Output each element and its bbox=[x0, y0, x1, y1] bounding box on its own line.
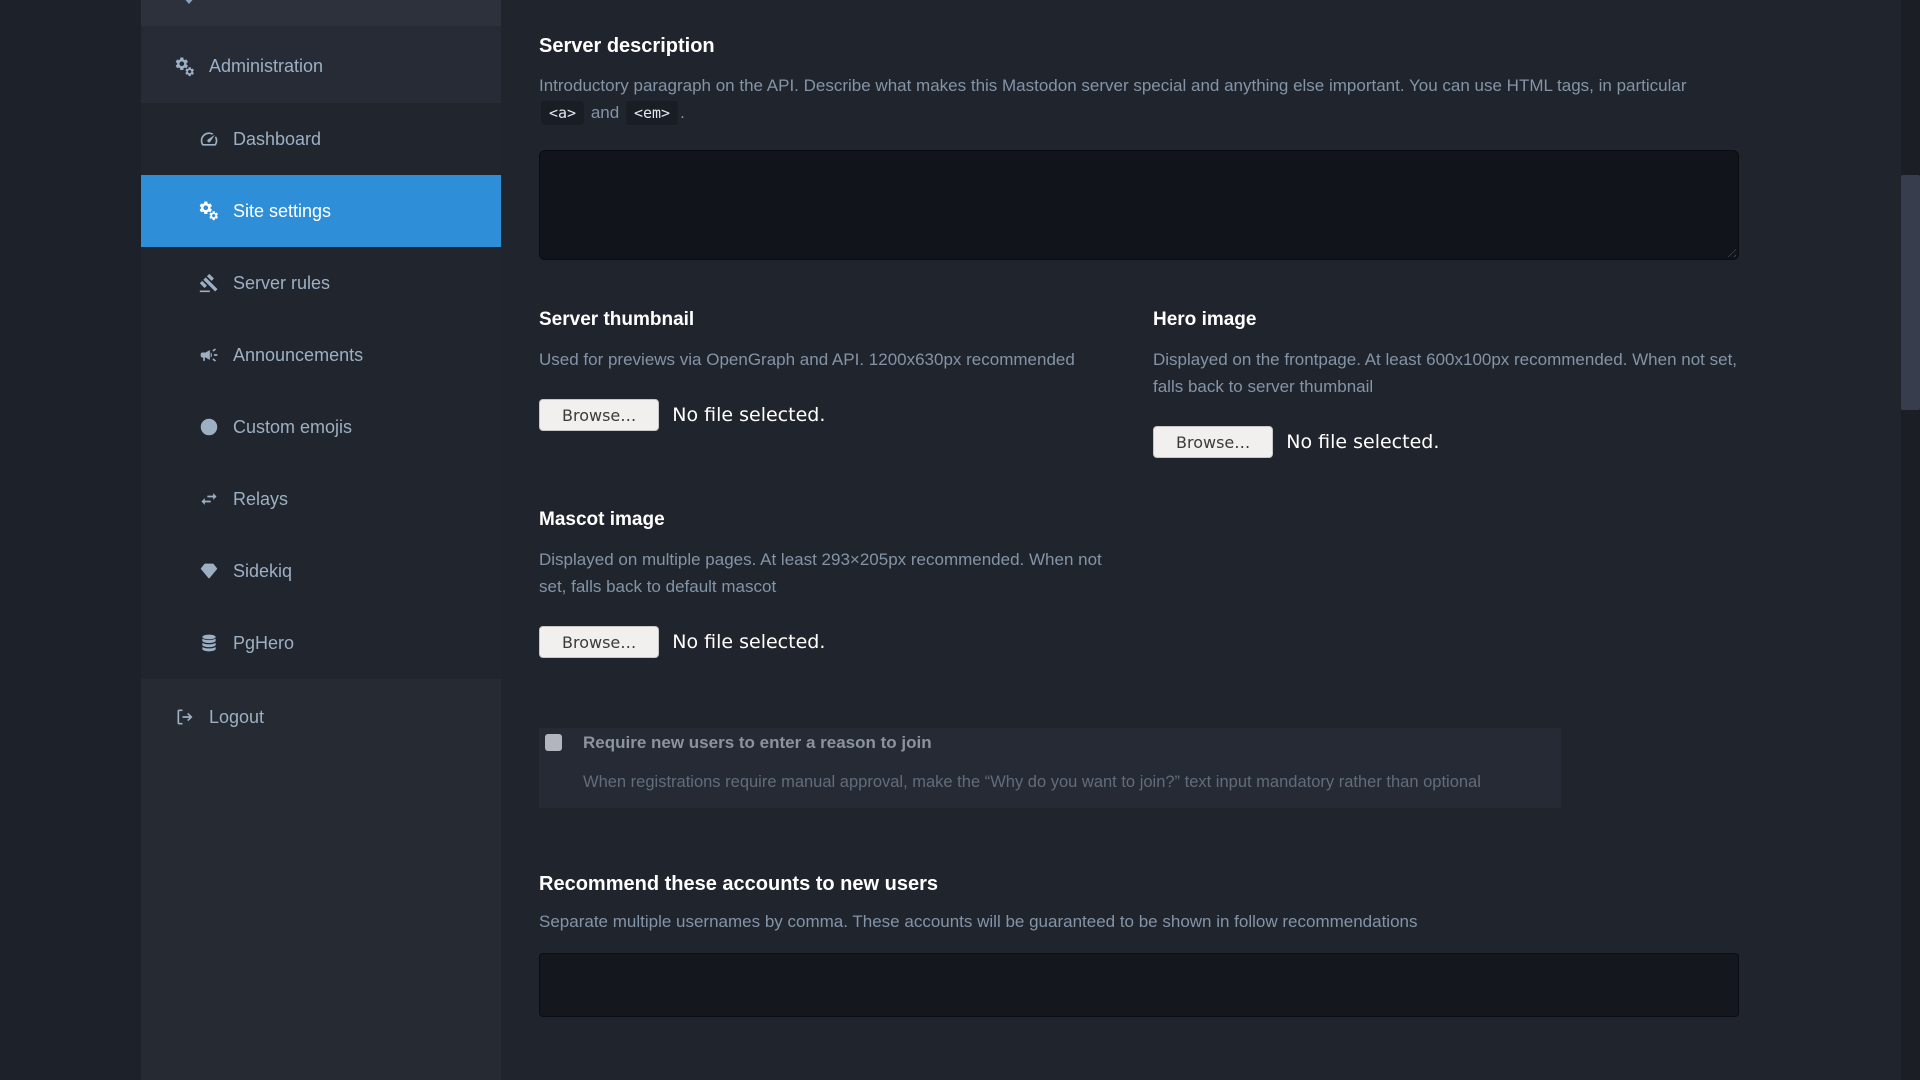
server-thumbnail-hint: Used for previews via OpenGraph and API.… bbox=[539, 346, 1104, 373]
server-thumbnail-title: Server thumbnail bbox=[539, 308, 1104, 332]
hint-text: Introductory paragraph on the API. Descr… bbox=[539, 76, 1686, 95]
sidebar-item-logout[interactable]: Logout bbox=[141, 682, 501, 752]
exchange-icon bbox=[198, 488, 220, 510]
sidebar-item-pghero[interactable]: PgHero bbox=[141, 607, 501, 679]
sidebar-item-label: Sidekiq bbox=[233, 561, 292, 582]
hint-text: . bbox=[680, 103, 685, 122]
browse-button[interactable]: Browse… bbox=[539, 399, 659, 431]
hero-image-section: Hero image Displayed on the frontpage. A… bbox=[1153, 308, 1739, 458]
sidebar-item-label: Dashboard bbox=[233, 129, 321, 150]
mascot-image-hint: Displayed on multiple pages. At least 29… bbox=[539, 546, 1104, 600]
sidebar-item-label: Announcements bbox=[233, 345, 363, 366]
gem-icon bbox=[198, 560, 220, 582]
sidebar-item-label: PgHero bbox=[233, 633, 294, 654]
hint-text: and bbox=[591, 103, 619, 122]
sidebar-item-label: Logout bbox=[209, 707, 264, 728]
hero-image-hint: Displayed on the frontpage. At least 600… bbox=[1153, 346, 1739, 400]
site-settings-form: Server description Introductory paragrap… bbox=[539, 0, 1739, 1080]
code-chip-a: <a> bbox=[541, 101, 584, 125]
page-background-strip bbox=[0, 0, 141, 1080]
hero-image-title: Hero image bbox=[1153, 308, 1739, 332]
file-status-text: No file selected. bbox=[1286, 431, 1439, 453]
smiley-icon bbox=[198, 416, 220, 438]
sidebar-item-administration[interactable]: Administration bbox=[141, 30, 501, 103]
sidebar-item-label: Site settings bbox=[233, 201, 331, 222]
require-reason-field: Require new users to enter a reason to j… bbox=[539, 728, 1561, 808]
sidebar-item-relays[interactable]: Relays bbox=[141, 463, 501, 535]
sidebar-item-label: Server rules bbox=[233, 273, 330, 294]
server-thumbnail-section: Server thumbnail Used for previews via O… bbox=[539, 308, 1104, 431]
sidebar-item-label: Relays bbox=[233, 489, 288, 510]
server-description-title: Server description bbox=[539, 34, 1739, 58]
mascot-image-title: Mascot image bbox=[539, 508, 1104, 532]
mascot-image-file-input: Browse… No file selected. bbox=[539, 626, 1104, 658]
bullhorn-icon bbox=[198, 344, 220, 366]
sidebar-item-label: Custom emojis bbox=[233, 417, 352, 438]
sidebar-item-site-settings[interactable]: Site settings bbox=[141, 175, 501, 247]
hero-image-file-input: Browse… No file selected. bbox=[1153, 426, 1739, 458]
sidebar-item-sidekiq[interactable]: Sidekiq bbox=[141, 535, 501, 607]
browse-button[interactable]: Browse… bbox=[539, 626, 659, 658]
server-description-textarea[interactable] bbox=[539, 150, 1739, 260]
database-icon bbox=[198, 632, 220, 654]
sidebar-item-custom-emojis[interactable]: Custom emojis bbox=[141, 391, 501, 463]
tachometer-icon bbox=[198, 128, 220, 150]
server-description-hint: Introductory paragraph on the API. Descr… bbox=[539, 72, 1699, 126]
recommend-accounts-section: Recommend these accounts to new users Se… bbox=[539, 872, 1739, 1017]
cogs-icon bbox=[174, 56, 196, 78]
gavel-icon bbox=[198, 272, 220, 294]
sidebar-item-dashboard[interactable]: Dashboard bbox=[141, 103, 501, 175]
administration-group: Administration Dashboard Site settings S… bbox=[141, 30, 501, 679]
mascot-image-section: Mascot image Displayed on multiple pages… bbox=[539, 508, 1104, 658]
recommend-accounts-hint: Separate multiple usernames by comma. Th… bbox=[539, 908, 1739, 935]
chevron-down-icon bbox=[182, 0, 196, 4]
sidebar-item-label: Administration bbox=[209, 56, 323, 77]
scrollbar-thumb[interactable] bbox=[1901, 175, 1920, 410]
server-description-section: Server description Introductory paragrap… bbox=[539, 34, 1739, 126]
sidebar-item-announcements[interactable]: Announcements bbox=[141, 319, 501, 391]
recommend-accounts-input[interactable] bbox=[539, 953, 1739, 1017]
cogs-icon bbox=[198, 200, 220, 222]
collapsed-section-strip[interactable] bbox=[141, 0, 501, 26]
sign-out-icon bbox=[174, 706, 196, 728]
code-chip-em: <em> bbox=[626, 101, 678, 125]
scrollbar-track[interactable] bbox=[1901, 0, 1920, 1080]
browse-button[interactable]: Browse… bbox=[1153, 426, 1273, 458]
sidebar-item-server-rules[interactable]: Server rules bbox=[141, 247, 501, 319]
admin-sidebar: Administration Dashboard Site settings S… bbox=[141, 0, 501, 1080]
recommend-accounts-title: Recommend these accounts to new users bbox=[539, 872, 1739, 896]
require-reason-label[interactable]: Require new users to enter a reason to j… bbox=[583, 731, 932, 755]
file-status-text: No file selected. bbox=[672, 631, 825, 653]
server-thumbnail-file-input: Browse… No file selected. bbox=[539, 399, 1104, 431]
require-reason-hint: When registrations require manual approv… bbox=[583, 770, 1481, 794]
require-reason-checkbox[interactable] bbox=[545, 734, 562, 751]
file-status-text: No file selected. bbox=[672, 404, 825, 426]
